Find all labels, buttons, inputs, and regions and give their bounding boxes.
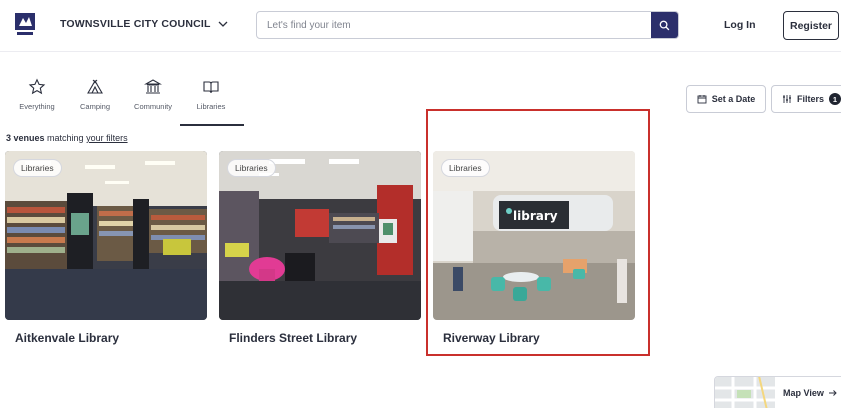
filters-count-badge: 1 — [829, 93, 841, 105]
tab-label: Community — [134, 102, 172, 111]
sliders-icon — [783, 95, 791, 103]
search-icon — [659, 20, 670, 30]
site-header: TOWNSVILLE CITY COUNCIL Log In Register — [0, 0, 841, 52]
calendar-icon — [697, 95, 707, 104]
search-input[interactable] — [257, 12, 651, 38]
venue-image: Libraries — [5, 151, 207, 320]
map-view-label-group: Map View — [783, 388, 838, 398]
venue-tag: Libraries — [227, 159, 276, 177]
venue-name: Flinders Street Library — [229, 331, 358, 345]
venue-card-aitkenvale[interactable]: Libraries Aitkenvale Library — [5, 151, 207, 345]
search-bar — [256, 11, 679, 39]
set-date-label: Set a Date — [711, 94, 756, 104]
star-icon — [28, 78, 46, 95]
book-icon — [203, 81, 219, 94]
council-name: TOWNSVILLE CITY COUNCIL — [60, 18, 211, 30]
your-filters-link[interactable]: your filters — [86, 133, 128, 143]
venue-card-riverway[interactable]: library Libraries Riverway Library — [433, 151, 635, 345]
council-selector[interactable]: TOWNSVILLE CITY COUNCIL — [60, 18, 229, 30]
venue-tag: Libraries — [13, 159, 62, 177]
map-thumbnail — [715, 377, 775, 408]
venue-name: Riverway Library — [443, 331, 540, 345]
tab-libraries[interactable]: Libraries — [180, 78, 244, 126]
tab-camping[interactable]: Camping — [66, 78, 124, 124]
tab-label: Camping — [79, 102, 110, 111]
results-count: 3 venues — [6, 133, 45, 143]
register-button[interactable]: Register — [783, 11, 839, 40]
arrow-right-icon — [828, 390, 837, 396]
tab-community[interactable]: Community — [124, 78, 182, 124]
category-tabs: Everything Camping Community Libraries — [8, 78, 244, 126]
results-matching-text: matching — [44, 133, 87, 143]
tab-label: Libraries — [196, 102, 226, 111]
venue-card-flinders-street[interactable]: Libraries Flinders Street Library — [219, 151, 421, 345]
login-link[interactable]: Log In — [724, 19, 756, 31]
tab-everything[interactable]: Everything — [8, 78, 66, 124]
filters-button[interactable]: Filters 1 — [771, 85, 841, 113]
venue-tag: Libraries — [441, 159, 490, 177]
tab-label: Everything — [19, 102, 55, 111]
map-view-label: Map View — [783, 388, 824, 398]
library-sign-text: library — [513, 209, 558, 223]
venue-name: Aitkenvale Library — [15, 331, 120, 345]
chevron-down-icon — [218, 21, 228, 27]
venue-image: library Libraries — [433, 151, 635, 320]
council-logo[interactable] — [14, 12, 36, 38]
results-summary: 3 venues matching your filters — [6, 133, 128, 143]
venue-image: Libraries — [219, 151, 421, 320]
building-icon — [144, 79, 162, 94]
map-view-button[interactable]: Map View — [714, 376, 841, 408]
set-date-button[interactable]: Set a Date — [686, 85, 766, 113]
filters-label: Filters — [797, 94, 825, 104]
search-button[interactable] — [651, 12, 678, 38]
tent-icon — [87, 79, 103, 94]
